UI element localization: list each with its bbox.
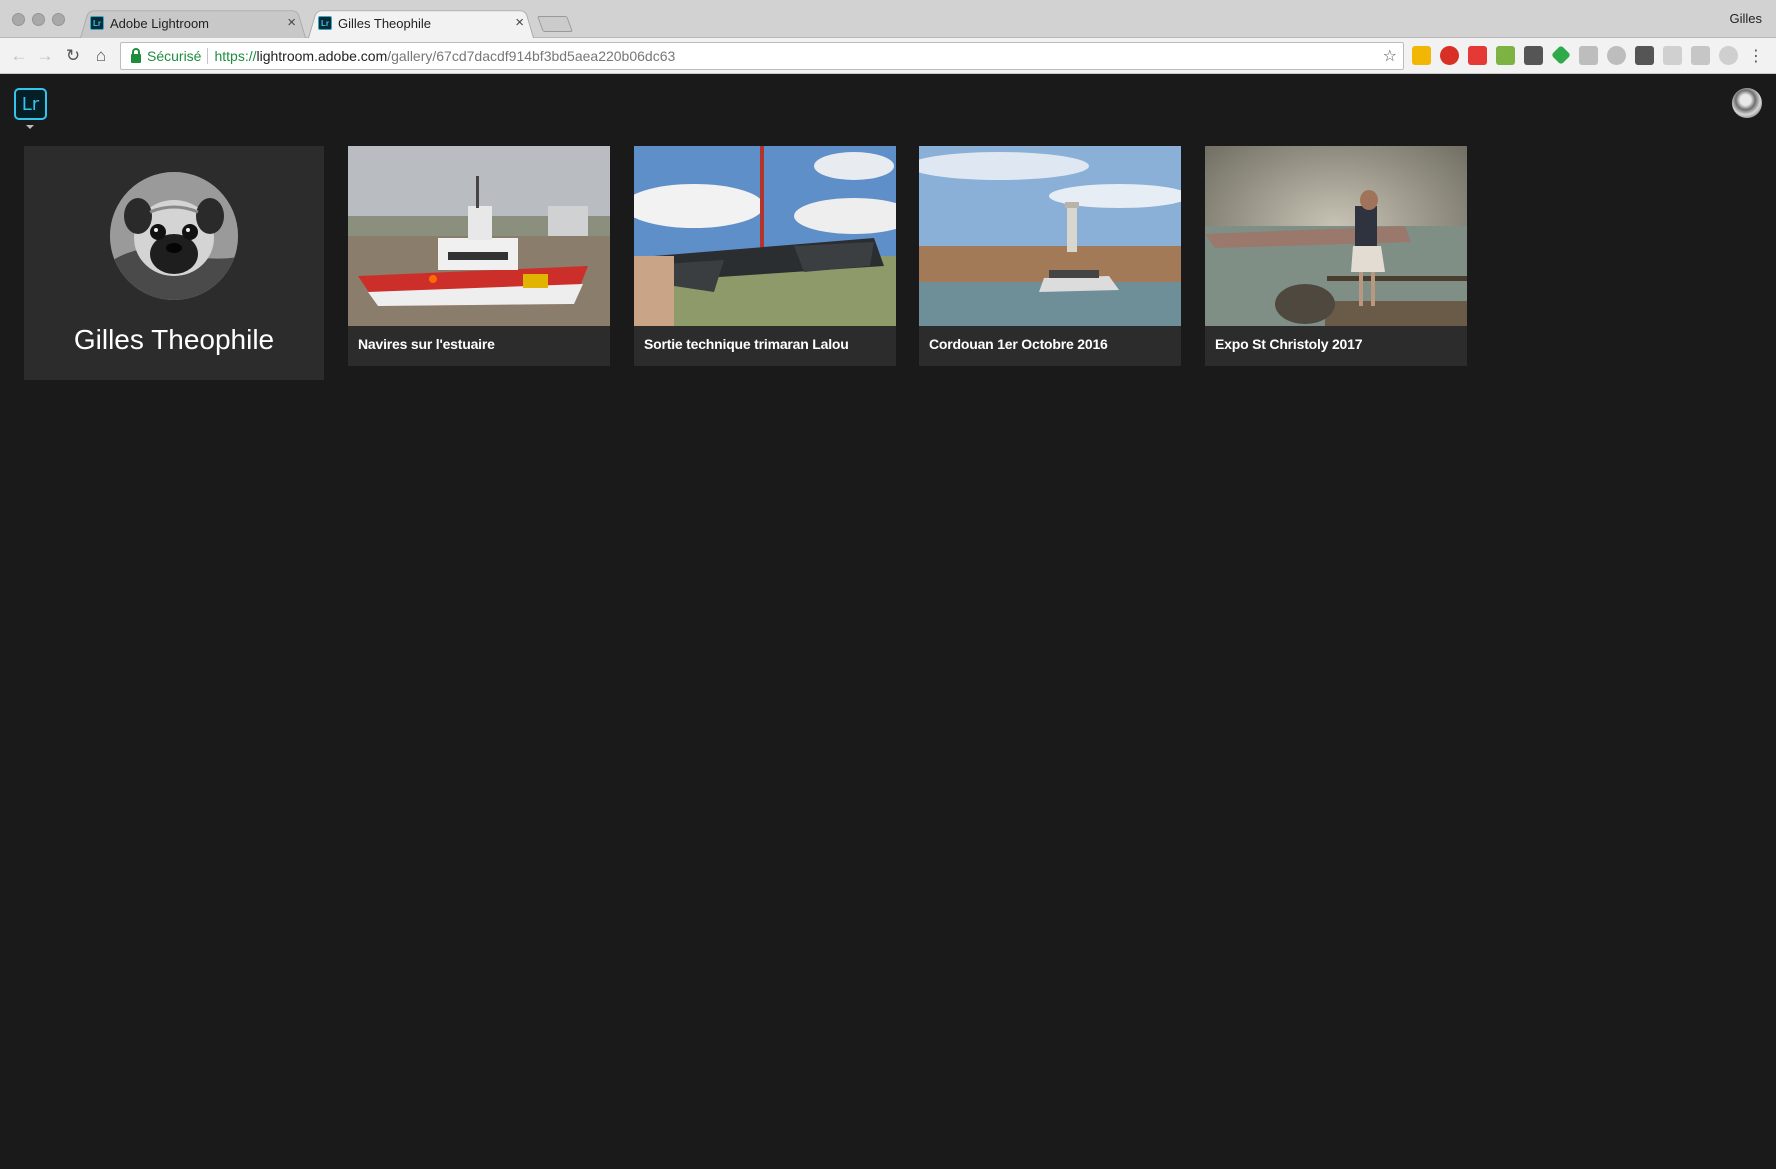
bookmark-star-icon[interactable]: ☆ (1383, 46, 1397, 66)
extension-gray-icon[interactable] (1691, 46, 1710, 65)
extension-cloud-icon[interactable] (1607, 46, 1626, 65)
album-title: Expo St Christoly 2017 (1215, 336, 1363, 352)
tab-label: Gilles Theophile (338, 15, 431, 31)
lightroom-gallery-page: Lr Gilles Theophile Navires sur l'estuai… (0, 75, 1776, 1169)
album-cover-woman-binoculars (1205, 146, 1467, 326)
address-bar[interactable]: Sécurisé https:// lightroom.adobe.com /g… (120, 42, 1404, 70)
lock-icon (131, 47, 141, 63)
user-avatar[interactable] (1732, 88, 1762, 118)
extension-grammar-icon[interactable] (1468, 46, 1487, 65)
browser-profile-name[interactable]: Gilles (1729, 11, 1762, 26)
browser-menu-icon[interactable]: ⋮ (1748, 46, 1764, 66)
extension-skype-icon[interactable] (1719, 46, 1738, 65)
extension-puzzle-icon[interactable] (1524, 46, 1543, 65)
tab-close-icon[interactable]: × (287, 14, 296, 31)
window-close-dot[interactable] (12, 13, 25, 26)
profile-name: Gilles Theophile (73, 324, 275, 355)
url-path: /gallery/67cd7dacdf914bf3bd5aea220b06dc6… (387, 48, 676, 64)
url-scheme: https:// (214, 48, 257, 64)
extension-feedly-icon[interactable] (1551, 45, 1571, 65)
browser-toolbar: ← → ↻ ⌂ Sécurisé https:// lightroom.adob… (0, 38, 1776, 74)
extension-box-icon[interactable] (1663, 46, 1682, 65)
window-zoom-dot[interactable] (52, 13, 65, 26)
browser-tab-bar: Lr Adobe Lightroom × Lr Gilles Theophile… (0, 0, 1776, 38)
album-card[interactable]: Navires sur l'estuaire (348, 146, 610, 366)
album-title: Navires sur l'estuaire (358, 336, 495, 352)
new-tab-button[interactable] (537, 16, 573, 32)
logo-dropdown-caret-icon[interactable] (26, 125, 34, 129)
album-title: Cordouan 1er Octobre 2016 (929, 336, 1108, 352)
album-card[interactable]: Cordouan 1er Octobre 2016 (919, 146, 1181, 366)
lightroom-favicon-icon: Lr (90, 16, 104, 30)
profile-card: Gilles Theophile (24, 146, 324, 380)
album-cover-lighthouse (919, 146, 1181, 326)
extension-notes-icon[interactable] (1412, 46, 1431, 65)
album-title: Sortie technique trimaran Lalou (644, 336, 849, 352)
url-host: lightroom.adobe.com (256, 48, 388, 64)
extensions-area (1412, 45, 1738, 65)
extension-dropbox-icon[interactable] (1579, 46, 1598, 65)
album-cover-trimaran (634, 146, 896, 326)
album-cover-boat (348, 146, 610, 326)
reload-icon[interactable]: ↻ (62, 45, 84, 67)
lightroom-logo-icon[interactable]: Lr (14, 88, 47, 120)
tab-adobe-lightroom[interactable]: Lr Adobe Lightroom × (80, 8, 306, 38)
address-separator (207, 48, 209, 64)
tab-label: Adobe Lightroom (110, 15, 210, 31)
extension-adblock-icon[interactable] (1440, 46, 1459, 65)
profile-photo-pug (110, 172, 238, 300)
back-arrow-icon[interactable]: ← (8, 45, 30, 67)
forward-arrow-icon[interactable]: → (34, 45, 56, 67)
tab-gilles-theophile[interactable]: Lr Gilles Theophile × (308, 8, 534, 38)
home-icon[interactable]: ⌂ (90, 45, 112, 67)
extension-evernote-icon[interactable] (1496, 46, 1515, 65)
secure-label: Sécurisé (147, 48, 202, 64)
lightroom-favicon-icon: Lr (318, 16, 332, 30)
album-card[interactable]: Sortie technique trimaran Lalou (634, 146, 896, 366)
window-minimize-dot[interactable] (32, 13, 45, 26)
extension-lightbulb-icon[interactable] (1635, 46, 1654, 65)
tab-close-icon[interactable]: × (515, 14, 524, 31)
album-card[interactable]: Expo St Christoly 2017 (1205, 146, 1467, 366)
